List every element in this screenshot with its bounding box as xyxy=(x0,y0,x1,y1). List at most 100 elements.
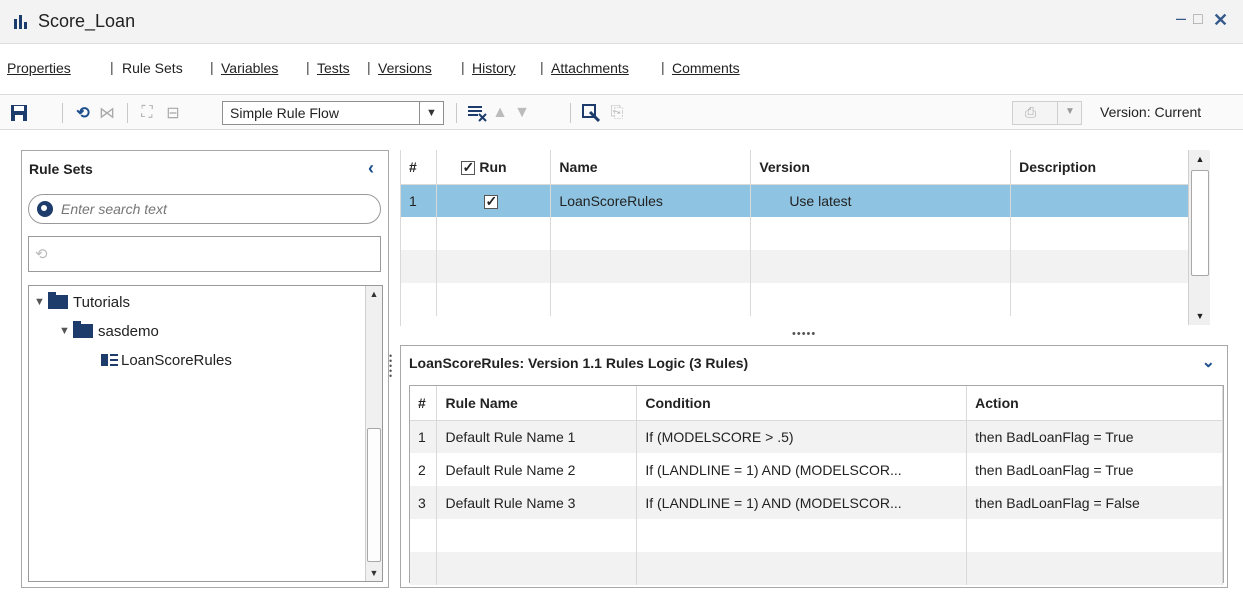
rule-condition: If (MODELSCORE > .5) xyxy=(636,420,968,453)
vertical-splitter-handle[interactable]: • • • • • xyxy=(389,352,393,381)
clipboard-icon: ⎙ xyxy=(1025,104,1037,120)
splitter-handle[interactable]: ••••• xyxy=(792,328,816,340)
chevron-down-icon[interactable]: ▼ xyxy=(1065,106,1075,117)
import-icon[interactable]: ⊟ xyxy=(162,102,184,124)
rules-table: # Rule Name Condition Action 1 Default R… xyxy=(409,385,1224,585)
rule-set-version[interactable]: Use latest xyxy=(750,184,1012,217)
column-header-name[interactable]: Name xyxy=(550,150,752,185)
flow-type-value: Simple Rule Flow xyxy=(230,105,339,121)
tab-variables[interactable]: Variables xyxy=(221,60,278,76)
close-button[interactable]: ✕ xyxy=(1213,10,1228,31)
tree-item-sasdemo[interactable]: ▼ sasdemo xyxy=(59,320,159,342)
collapse-panel-icon[interactable]: ‹ xyxy=(368,158,374,179)
scroll-down-icon[interactable]: ▼ xyxy=(366,565,382,581)
tab-rule-sets[interactable]: Rule Sets xyxy=(122,60,183,76)
rule-action: then BadLoanFlag = True xyxy=(966,420,1223,453)
tab-versions[interactable]: Versions xyxy=(378,60,432,76)
copy-icon[interactable]: ⎘ xyxy=(606,102,628,124)
add-rule-set-icon[interactable] xyxy=(466,102,488,124)
folder-icon xyxy=(73,321,93,338)
scroll-up-icon[interactable]: ▲ xyxy=(1191,151,1209,167)
table-row xyxy=(401,283,1189,316)
column-header-num: # xyxy=(401,150,438,185)
rule-name: Default Rule Name 3 xyxy=(436,486,638,519)
rule-sets-panel: Rule Sets ‹ ⟲ ▼ Tutorials ▼ sasdemo Loan… xyxy=(21,150,389,588)
run-checkbox[interactable] xyxy=(484,193,499,210)
panel-title: Rule Sets xyxy=(29,161,93,177)
refresh-icon[interactable]: ⟲ xyxy=(35,245,48,263)
table-row xyxy=(401,250,1189,283)
maximize-button[interactable]: □ xyxy=(1193,11,1203,29)
table-row[interactable]: 2 Default Rule Name 2 If (LANDLINE = 1) … xyxy=(410,453,1223,486)
tab-attachments[interactable]: Attachments xyxy=(551,60,629,76)
scroll-thumb[interactable] xyxy=(1191,170,1209,276)
window-title: Score_Loan xyxy=(38,11,136,31)
rule-set-name: LoanScoreRules xyxy=(550,184,752,217)
column-header-version[interactable]: Version xyxy=(750,150,1012,185)
move-up-icon[interactable]: ▲ xyxy=(490,102,510,124)
row-number: 3 xyxy=(410,486,438,519)
tab-bar: Properties | Rule Sets | Variables | Tes… xyxy=(7,59,740,76)
tree-item-label: Tutorials xyxy=(73,293,130,311)
rule-condition: If (LANDLINE = 1) AND (MODELSCOR... xyxy=(636,486,968,519)
disconnect-icon[interactable]: ⋈ xyxy=(96,102,118,124)
column-header-num: # xyxy=(410,386,438,421)
tree-toolbar: ⟲ xyxy=(28,236,381,272)
table-row xyxy=(410,519,1223,552)
rule-action: then BadLoanFlag = False xyxy=(966,486,1223,519)
tab-comments[interactable]: Comments xyxy=(672,60,740,76)
rule-name: Default Rule Name 1 xyxy=(436,420,638,453)
rule-set-icon xyxy=(101,353,119,367)
version-label: Version: Current xyxy=(1100,104,1202,120)
table-row[interactable]: 3 Default Rule Name 3 If (LANDLINE = 1) … xyxy=(410,486,1223,519)
scroll-up-icon[interactable]: ▲ xyxy=(366,286,382,302)
rule-name: Default Rule Name 2 xyxy=(436,453,638,486)
select-all-checkbox[interactable] xyxy=(461,159,476,176)
refresh-icon[interactable]: ⟲ xyxy=(72,102,94,124)
row-number: 2 xyxy=(410,453,438,486)
move-down-icon[interactable]: ▼ xyxy=(512,102,532,124)
column-header-rule-name[interactable]: Rule Name xyxy=(436,386,638,421)
row-number: 1 xyxy=(401,184,438,217)
tree-item-loanscorerules[interactable]: LoanScoreRules xyxy=(101,349,232,371)
chevron-down-icon[interactable]: ▼ xyxy=(419,102,443,124)
chevron-down-icon[interactable]: ⌄ xyxy=(1202,352,1215,372)
folder-tree: ▼ Tutorials ▼ sasdemo LoanScoreRules ▲ ▼ xyxy=(28,285,383,582)
table-row[interactable]: 1 LoanScoreRules Use latest xyxy=(401,184,1189,217)
scroll-down-icon[interactable]: ▼ xyxy=(1191,308,1209,324)
run-label: Run xyxy=(479,158,507,175)
app-icon xyxy=(14,15,30,29)
rules-logic-panel: LoanScoreRules: Version 1.1 Rules Logic … xyxy=(400,345,1228,588)
table-row xyxy=(401,217,1189,250)
column-header-description[interactable]: Description xyxy=(1010,150,1189,185)
column-header-condition[interactable]: Condition xyxy=(636,386,968,421)
row-number: 1 xyxy=(410,420,438,453)
scroll-thumb[interactable] xyxy=(367,428,381,562)
version-button[interactable]: ⎙ ▼ xyxy=(1012,101,1082,125)
tab-history[interactable]: History xyxy=(472,60,516,76)
rule-sets-table: # Run Name Version Description 1 LoanSco… xyxy=(400,150,1225,326)
column-header-run[interactable]: Run xyxy=(436,150,552,185)
tree-item-label: sasdemo xyxy=(98,322,159,340)
table-header-row: # Run Name Version Description xyxy=(401,150,1189,185)
column-header-action[interactable]: Action xyxy=(966,386,1223,421)
rule-sets-scrollbar[interactable]: ▲ ▼ xyxy=(1188,150,1210,325)
tab-properties[interactable]: Properties xyxy=(7,60,71,76)
minimize-button[interactable]: – xyxy=(1176,8,1186,29)
tree-scrollbar[interactable]: ▲ ▼ xyxy=(365,286,382,581)
tree-item-tutorials[interactable]: ▼ Tutorials xyxy=(34,291,130,313)
tab-tests[interactable]: Tests xyxy=(317,60,350,76)
search-box[interactable] xyxy=(28,194,381,224)
expand-arrow-icon[interactable]: ▼ xyxy=(59,325,71,337)
search-icon xyxy=(37,201,53,217)
open-rule-set-icon[interactable] xyxy=(580,102,602,124)
save-icon[interactable] xyxy=(8,102,30,124)
rules-logic-title: LoanScoreRules: Version 1.1 Rules Logic … xyxy=(409,355,749,371)
table-row[interactable]: 1 Default Rule Name 1 If (MODELSCORE > .… xyxy=(410,420,1223,453)
rule-condition: If (LANDLINE = 1) AND (MODELSCOR... xyxy=(636,453,968,486)
flow-type-select[interactable]: Simple Rule Flow ▼ xyxy=(222,101,444,125)
window-titlebar: Score_Loan – □ ✕ xyxy=(0,0,1243,44)
search-input[interactable] xyxy=(61,199,361,219)
expand-arrow-icon[interactable]: ▼ xyxy=(34,296,46,308)
expand-icon[interactable]: ⛶ xyxy=(136,102,158,124)
